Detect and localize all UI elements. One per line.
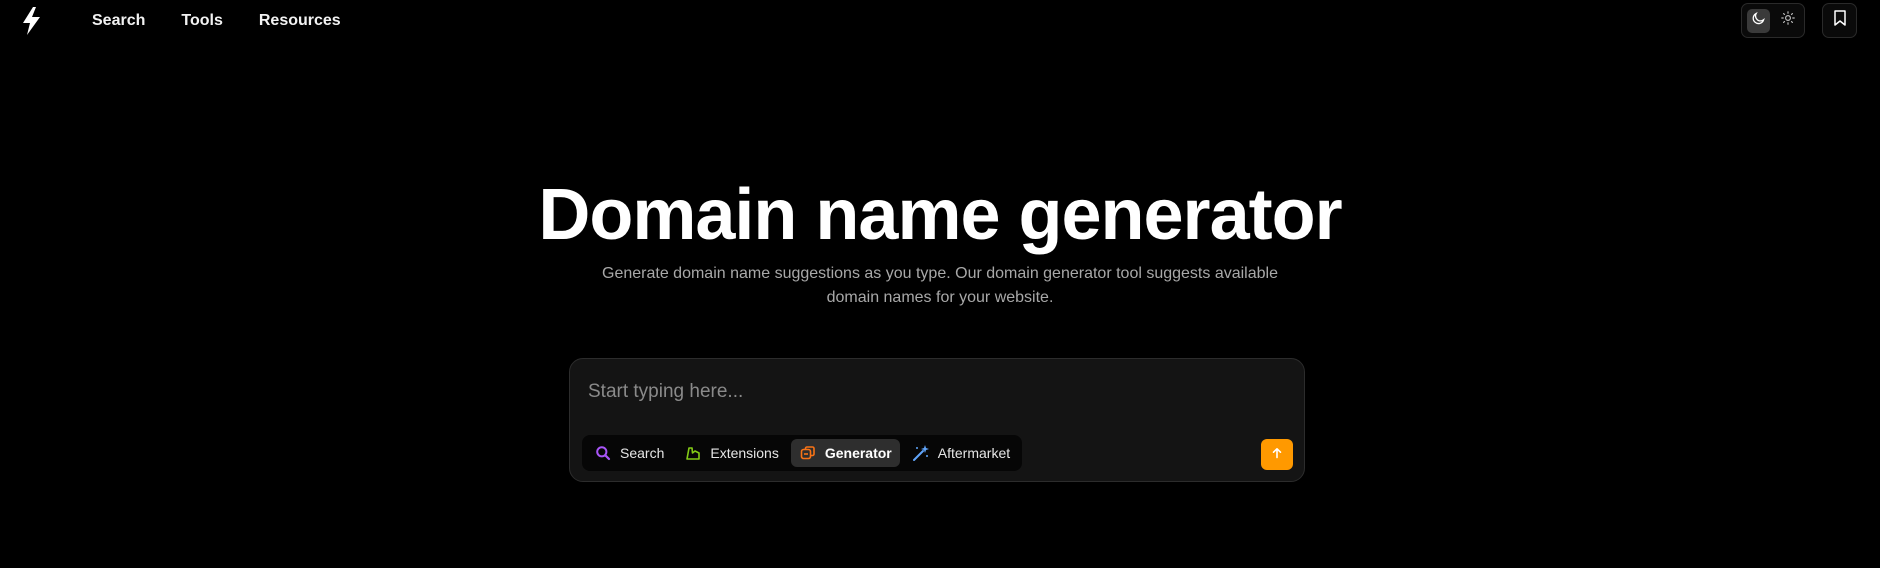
tab-search[interactable]: Search <box>586 439 672 467</box>
search-mode-tabs: Search Extensions Generator Aftermarket <box>582 435 1023 471</box>
page-title: Domain name generator <box>538 175 1342 255</box>
bolt-icon[interactable] <box>18 6 44 36</box>
arrow-up-icon <box>1271 446 1283 464</box>
sun-icon <box>1780 11 1795 30</box>
domain-search-box: Search Extensions Generator Aftermarket <box>569 358 1305 482</box>
generator-icon <box>799 444 817 462</box>
tab-extensions[interactable]: Extensions <box>676 439 786 467</box>
submit-button[interactable] <box>1261 439 1293 470</box>
extensions-icon <box>684 444 702 462</box>
dark-theme-button[interactable] <box>1747 8 1770 33</box>
bookmark-icon <box>1833 10 1847 31</box>
tab-aftermarket[interactable]: Aftermarket <box>904 439 1018 467</box>
moon-icon <box>1752 11 1766 30</box>
magnifier-icon <box>594 444 612 462</box>
tab-generator-label: Generator <box>824 445 892 461</box>
top-navigation: Search Tools Resources <box>0 0 1880 42</box>
hero-section: Domain name generator Generate domain na… <box>0 170 1880 310</box>
main-nav: Search Tools Resources <box>92 0 341 42</box>
page-subtitle: Generate domain name suggestions as you … <box>602 265 1278 306</box>
nav-item-search[interactable]: Search <box>92 12 145 30</box>
nav-item-resources[interactable]: Resources <box>259 12 341 30</box>
bookmarks-button[interactable] <box>1822 3 1857 38</box>
tab-aftermarket-label: Aftermarket <box>937 445 1011 461</box>
tab-search-label: Search <box>620 445 665 461</box>
theme-toggle <box>1741 3 1805 38</box>
light-theme-button[interactable] <box>1776 9 1799 33</box>
domain-search-input[interactable] <box>588 377 1278 407</box>
nav-item-tools[interactable]: Tools <box>181 12 222 30</box>
magic-wand-icon <box>912 444 930 462</box>
tab-generator[interactable]: Generator <box>790 439 900 467</box>
tab-extensions-label: Extensions <box>710 445 779 461</box>
